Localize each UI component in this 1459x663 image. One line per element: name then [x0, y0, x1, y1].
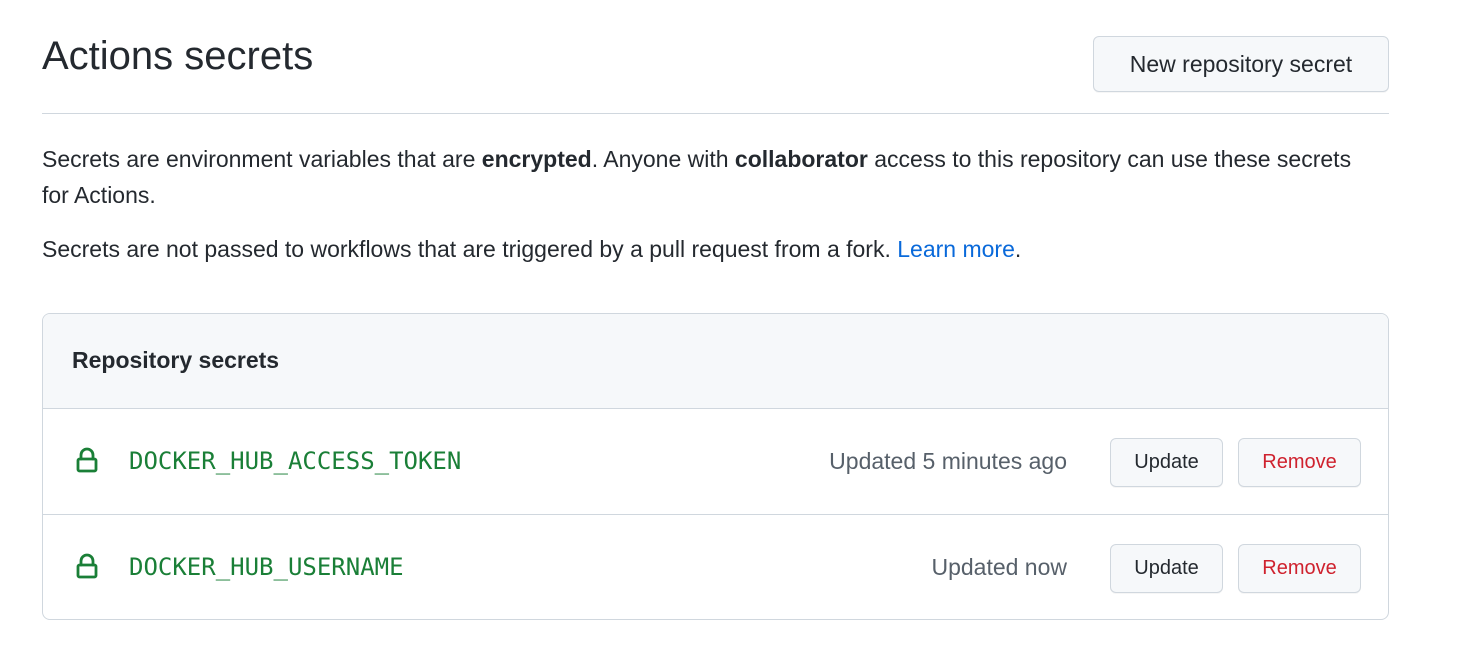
repository-secrets-box: Repository secrets DOCKER_HUB_ACCESS_TOK…: [42, 313, 1389, 620]
remove-secret-button[interactable]: Remove: [1238, 438, 1361, 487]
page-title: Actions secrets: [42, 34, 314, 78]
update-secret-button[interactable]: Update: [1110, 544, 1223, 593]
repository-secrets-title: Repository secrets: [72, 347, 280, 373]
description-text: Secrets are environment variables that a…: [42, 146, 482, 172]
secret-name: DOCKER_HUB_ACCESS_TOKEN: [129, 447, 462, 475]
secret-updated-time: Updated 5 minutes ago: [829, 448, 1067, 474]
new-repository-secret-button[interactable]: New repository secret: [1093, 36, 1389, 92]
actions-secrets-page: Actions secrets New repository secret Se…: [0, 0, 1459, 663]
fork-note: Secrets are not passed to workflows that…: [42, 231, 1372, 267]
page-header: Actions secrets New repository secret: [42, 0, 1389, 114]
secret-row: DOCKER_HUB_USERNAME Updated now Update R…: [43, 514, 1388, 619]
update-secret-button[interactable]: Update: [1110, 438, 1223, 487]
lock-icon: [76, 447, 98, 473]
secrets-description: Secrets are environment variables that a…: [42, 141, 1372, 213]
description-encrypted-bold: encrypted: [481, 146, 592, 172]
lock-icon: [76, 553, 98, 579]
secret-updated-time: Updated now: [931, 554, 1067, 580]
learn-more-link[interactable]: Learn more: [897, 236, 1015, 262]
remove-secret-button[interactable]: Remove: [1238, 544, 1361, 593]
description-text: . Anyone with: [591, 146, 735, 172]
repository-secrets-header: Repository secrets: [43, 314, 1388, 409]
secret-row: DOCKER_HUB_ACCESS_TOKEN Updated 5 minute…: [43, 409, 1388, 514]
secret-name: DOCKER_HUB_USERNAME: [129, 553, 404, 581]
description-collaborator-bold: collaborator: [734, 146, 868, 172]
fork-note-period: .: [1014, 236, 1022, 262]
fork-note-text: Secrets are not passed to workflows that…: [42, 236, 898, 262]
